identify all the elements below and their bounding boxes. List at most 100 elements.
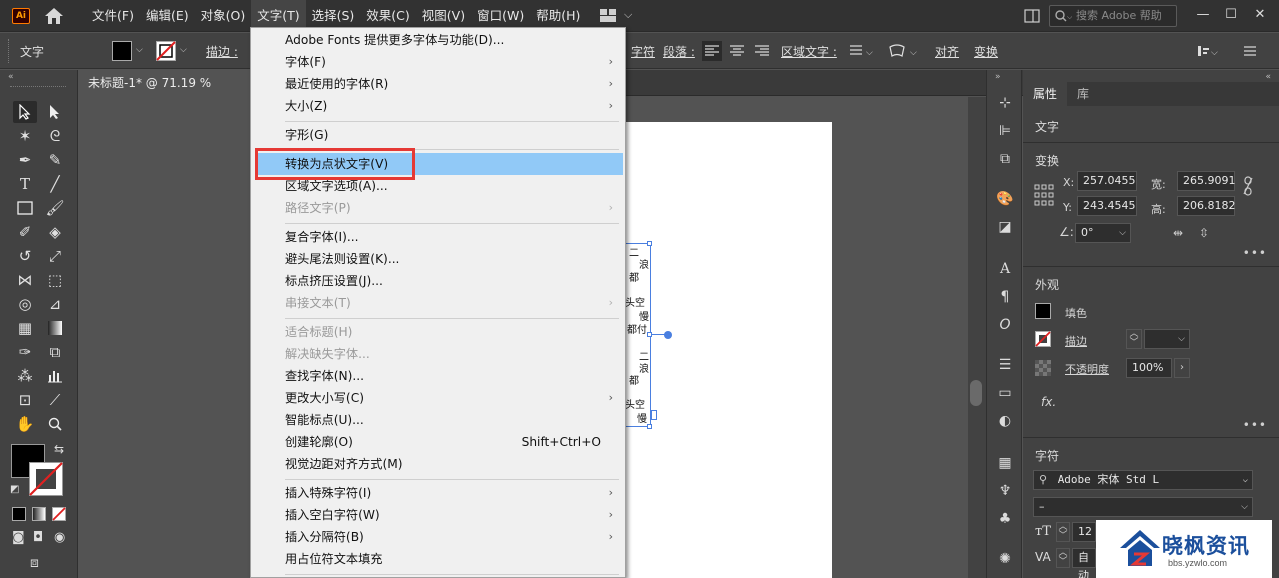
panel-menu-icon[interactable] [1243, 43, 1257, 59]
chevron-down-icon[interactable]: ⌵ [624, 8, 632, 22]
perspective-grid-tool-icon[interactable]: ⊿ [43, 293, 67, 315]
align-left-icon[interactable] [702, 41, 722, 61]
panel-toggle-icon[interactable] [1024, 9, 1040, 23]
menu-item-glyphs[interactable]: 字形(G) [255, 124, 623, 146]
grip-handle[interactable] [10, 86, 66, 87]
paintbrush-tool-icon[interactable]: 🖌 [43, 197, 67, 219]
free-transform-tool-icon[interactable]: ⬚ [43, 269, 67, 291]
menu-item-size[interactable]: 大小(Z) › [255, 95, 623, 117]
reference-point-icon[interactable] [1034, 184, 1054, 206]
zoom-tool-icon[interactable] [43, 413, 67, 435]
graph-tool-icon[interactable] [43, 365, 67, 387]
menu-file[interactable]: 文件(F) [86, 0, 140, 32]
stroke-color-swatch[interactable] [29, 462, 63, 496]
symbol-sprayer-tool-icon[interactable]: ⁂ [13, 365, 37, 387]
menu-item-fit-headline[interactable]: 适合标题(H) [255, 321, 623, 343]
menu-item-change-case[interactable]: 更改大小写(C) › [255, 387, 623, 409]
lasso-tool-icon[interactable]: ᘓ [43, 125, 67, 147]
chevron-right-icon[interactable]: › [1174, 358, 1190, 378]
menu-item-mojikumi-settings[interactable]: 标点挤压设置(J)... [255, 270, 623, 292]
menu-item-type-on-path[interactable]: 路径文字(P) › [255, 197, 623, 219]
more-options-icon[interactable]: ••• [1243, 418, 1267, 432]
stroke-label[interactable]: 描边 [1065, 333, 1087, 349]
menu-item-optical-margin-alignment[interactable]: 视觉边距对齐方式(M) [255, 453, 623, 475]
chevron-down-icon[interactable]: ⌵ [136, 45, 143, 55]
width-tool-icon[interactable]: ⋈ [13, 269, 37, 291]
swap-colors-icon[interactable]: ⇆ [54, 442, 64, 456]
menu-item-kinsoku-settings[interactable]: 避头尾法则设置(K)... [255, 248, 623, 270]
collapse-icon[interactable]: « [1265, 72, 1271, 82]
selection-tool-icon[interactable] [13, 101, 37, 123]
type-tool-icon[interactable]: T [13, 173, 37, 195]
graphic-styles-panel-icon[interactable]: ✺ [996, 550, 1014, 568]
direct-selection-tool-icon[interactable] [43, 101, 67, 123]
font-family-field[interactable]: ⚲ Adobe 宋体 Std L ⌵ [1033, 470, 1253, 490]
align-panel-icon[interactable]: ⊫ [996, 122, 1014, 140]
eraser-tool-icon[interactable]: ◈ [43, 221, 67, 243]
opacity-field[interactable]: 100% [1126, 358, 1172, 378]
font-style-field[interactable]: – ⌵ [1033, 497, 1253, 517]
home-icon[interactable] [44, 7, 64, 25]
slice-tool-icon[interactable]: ⟋ [43, 389, 67, 411]
chevron-down-icon[interactable]: ⌵ [180, 45, 187, 55]
menu-item-insert-special-character[interactable]: 插入特殊字符(I) › [255, 482, 623, 504]
gradient-tool-icon[interactable] [43, 317, 67, 339]
character-panel-icon[interactable]: A [996, 260, 1014, 278]
collapse-icon[interactable]: » [995, 72, 1001, 82]
area-text-options-icon[interactable]: ⌵ [848, 41, 876, 61]
menu-object[interactable]: 对象(O) [195, 0, 252, 32]
stroke-swatch[interactable] [1035, 331, 1051, 347]
help-search-input[interactable]: ⌵ 搜索 Adobe 帮助 [1049, 5, 1177, 27]
swatches-panel-icon[interactable]: ▦ [996, 454, 1014, 472]
scrollbar-thumb[interactable] [970, 380, 982, 406]
workspace-switcher-icon[interactable] [600, 9, 616, 22]
out-port-icon[interactable] [664, 331, 672, 339]
tab-properties[interactable]: 属性 [1023, 82, 1068, 106]
close-button[interactable]: ✕ [1249, 4, 1271, 26]
tab-libraries[interactable]: 库 [1067, 82, 1099, 106]
menu-item-font[interactable]: 字体(F) › [255, 51, 623, 73]
warp-icon[interactable]: ⌵ [888, 41, 922, 61]
paragraph-link[interactable]: 段落 : [663, 43, 695, 60]
angle-field[interactable]: 0° ⌵ [1075, 223, 1131, 243]
width-field[interactable]: 265.9091 [1177, 171, 1236, 191]
stroke-weight-field[interactable]: ⌵ [1144, 329, 1190, 349]
artboard-tool-icon[interactable]: ⊡ [13, 389, 37, 411]
color-guide-panel-icon[interactable]: ◪ [996, 218, 1014, 236]
fx-icon[interactable]: fx. [1041, 395, 1056, 409]
draw-behind-icon[interactable]: ◘ [33, 530, 43, 545]
color-panel-icon[interactable]: 🎨 [996, 190, 1014, 208]
menu-item-adobe-fonts[interactable]: Adobe Fonts 提供更多字体与功能(D)... [255, 29, 623, 51]
chevron-down-icon[interactable]: ⌵ [1119, 224, 1126, 242]
flip-vertical-icon[interactable]: ⇳ [1199, 226, 1209, 240]
opentype-panel-icon[interactable]: O [996, 316, 1014, 334]
gradient-mode-icon[interactable] [32, 507, 46, 521]
chevron-down-icon[interactable]: ⌵ [1241, 498, 1248, 516]
minimize-button[interactable]: — [1192, 4, 1214, 26]
mesh-tool-icon[interactable]: ▦ [13, 317, 37, 339]
none-mode-icon[interactable] [52, 507, 66, 521]
stroke-panel-icon[interactable]: ☰ [996, 356, 1014, 374]
artboard[interactable] [624, 122, 832, 578]
gradient-panel-icon[interactable]: ▭ [996, 384, 1014, 402]
align-center-icon[interactable] [727, 41, 747, 61]
color-mode-icon[interactable] [12, 507, 26, 521]
auto-field[interactable]: 自动 [1072, 548, 1096, 578]
menu-item-recent-fonts[interactable]: 最近使用的字体(R) › [255, 73, 623, 95]
menu-item-composite-fonts[interactable]: 复合字体(I)... [255, 226, 623, 248]
resize-handle[interactable] [647, 424, 652, 429]
align-right-icon[interactable] [752, 41, 772, 61]
fill-swatch[interactable] [112, 41, 132, 61]
screen-mode-icon[interactable]: ⧈ [30, 555, 39, 571]
magic-wand-tool-icon[interactable]: ✶ [13, 125, 37, 147]
blend-tool-icon[interactable]: ⧉ [43, 341, 67, 363]
chevron-down-icon[interactable]: ⌵ [1243, 471, 1248, 489]
menu-item-find-font[interactable]: 查找字体(N)... [255, 365, 623, 387]
paragraph-panel-icon[interactable]: ¶ [996, 288, 1014, 306]
arrange-icon[interactable]: ⌵ [1196, 43, 1220, 59]
stroke-swatch[interactable] [156, 41, 176, 61]
draw-inside-icon[interactable]: ◉ [54, 530, 65, 545]
transform-panel-icon[interactable]: ⊹ [996, 94, 1014, 112]
character-link[interactable]: 字符 [631, 43, 655, 60]
menu-item-insert-break[interactable]: 插入分隔符(B) › [255, 526, 623, 548]
